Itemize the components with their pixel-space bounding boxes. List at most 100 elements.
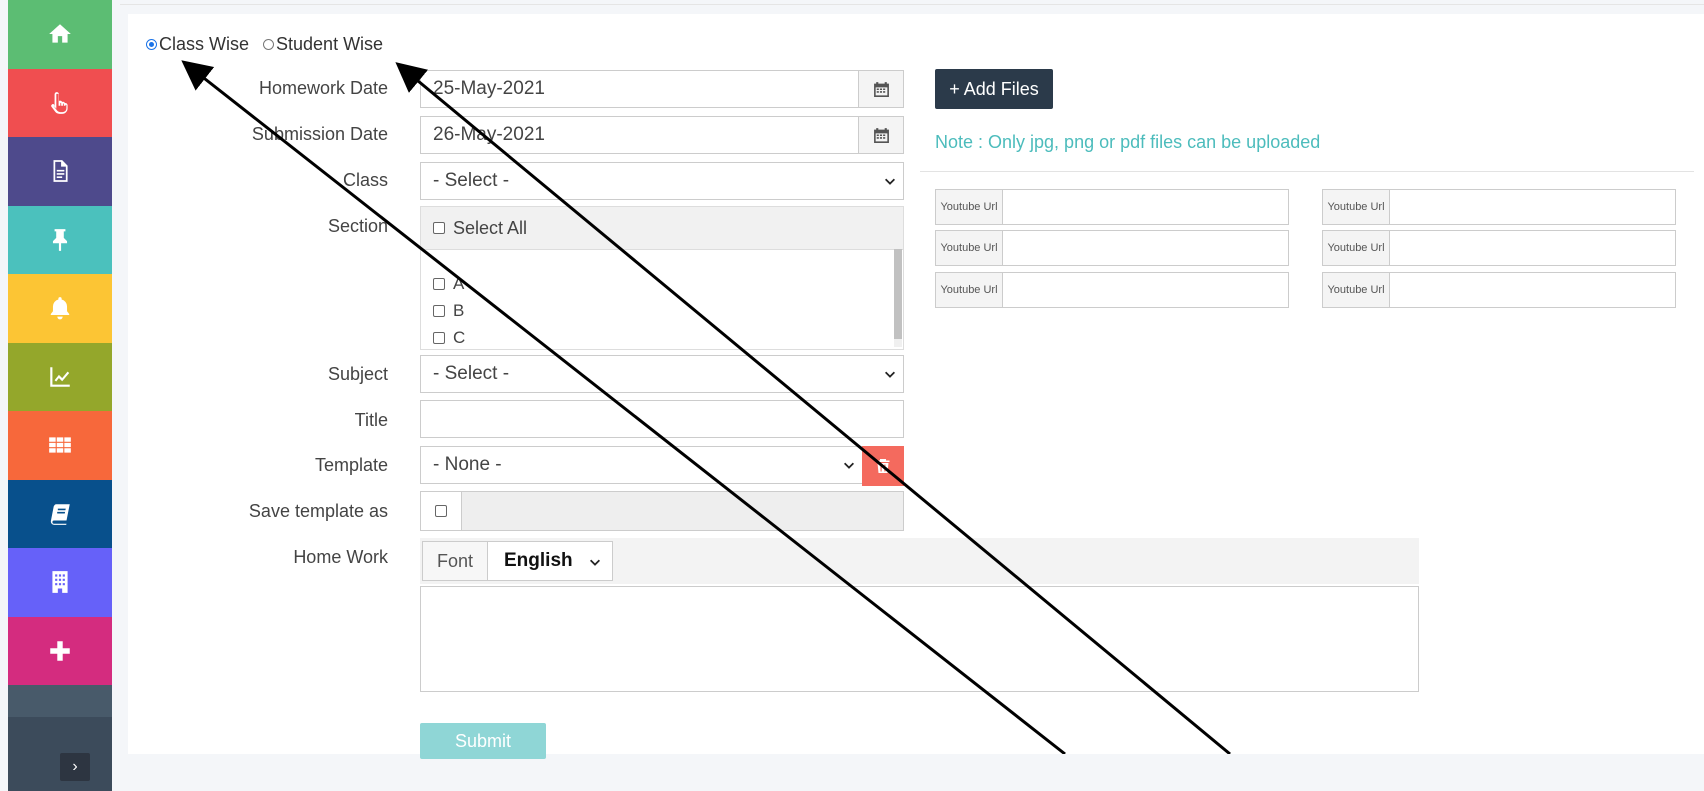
home-icon [49, 24, 71, 43]
homework-date-field[interactable]: 25-May-2021 [420, 70, 904, 108]
sidebar-item-library[interactable] [8, 479, 112, 548]
youtube-url-field-6[interactable]: Youtube Url [1322, 272, 1676, 308]
delete-template-button[interactable] [862, 446, 904, 486]
select-all-label: Select All [453, 217, 528, 238]
mode-radio-group: Class Wise Student Wise [146, 34, 397, 55]
sidebar-blank-item [8, 685, 112, 717]
subject-label: Subject [327, 364, 388, 384]
sidebar-footer: › [8, 717, 112, 791]
section-label: Section [327, 216, 388, 236]
chevron-down-icon [885, 178, 895, 185]
select-all-checkbox[interactable] [433, 222, 445, 234]
bell-icon [50, 297, 70, 320]
section-scrollbar[interactable] [894, 249, 902, 347]
title-input[interactable] [420, 400, 904, 438]
sidebar-collapse-button[interactable]: › [60, 753, 90, 781]
youtube-url-input[interactable] [1390, 190, 1675, 224]
chevron-down-icon [844, 462, 854, 469]
font-language-value: English [504, 550, 573, 571]
book-icon [50, 504, 70, 525]
radio-class-wise-circle[interactable] [146, 39, 157, 50]
font-language-select[interactable]: English [487, 541, 613, 581]
chevron-down-icon [590, 559, 600, 566]
section-a-label: A [453, 273, 465, 293]
pin-icon [52, 228, 68, 251]
radio-student-wise-circle[interactable] [263, 39, 275, 50]
save-template-name-input[interactable] [462, 492, 903, 530]
sidebar-item-reports[interactable] [8, 342, 112, 411]
section-scrollbar-thumb[interactable] [894, 249, 902, 339]
youtube-url-input[interactable] [1003, 231, 1288, 265]
homework-label: Home Work [293, 547, 388, 567]
template-select[interactable]: - None - [420, 446, 863, 484]
section-multiselect: Select All A B C [420, 206, 904, 350]
save-template-checkbox[interactable] [435, 505, 447, 517]
font-label: Font [422, 541, 488, 581]
section-select-all[interactable]: Select All [421, 207, 903, 250]
section-option-c[interactable]: C [433, 324, 903, 351]
chevron-right-icon: › [72, 758, 78, 775]
building-icon [52, 571, 68, 594]
trash-icon [876, 459, 890, 473]
sidebar: › [8, 0, 112, 791]
save-template-group [420, 491, 904, 531]
youtube-url-input[interactable] [1390, 231, 1675, 265]
sidebar-item-activity[interactable] [8, 68, 112, 137]
subject-select[interactable]: - Select - [420, 355, 904, 393]
chart-line-icon [50, 367, 70, 387]
section-option-b[interactable]: B [433, 297, 903, 324]
submission-date-calendar-button[interactable] [858, 117, 903, 153]
sidebar-item-add[interactable] [8, 616, 112, 685]
template-label: Template [314, 455, 388, 475]
top-divider [120, 4, 1704, 5]
radio-student-wise-label: Student Wise [276, 34, 384, 54]
youtube-url-field-2[interactable]: Youtube Url [1322, 189, 1676, 225]
youtube-url-label: Youtube Url [1323, 190, 1390, 224]
homework-editor[interactable] [420, 586, 1419, 692]
homework-date-value: 25-May-2021 [433, 78, 545, 99]
youtube-url-input[interactable] [1390, 273, 1675, 307]
class-select[interactable]: - Select - [420, 162, 904, 200]
calendar-icon [873, 127, 889, 143]
save-template-checkbox-wrap[interactable] [421, 492, 462, 530]
section-option-a[interactable]: A [433, 270, 903, 297]
section-a-checkbox[interactable] [433, 277, 445, 290]
sidebar-item-apps[interactable] [8, 411, 112, 480]
section-c-label: C [453, 327, 466, 347]
homework-date-calendar-button[interactable] [858, 71, 903, 107]
template-select-value: - None - [433, 454, 502, 475]
youtube-url-field-1[interactable]: Youtube Url [935, 189, 1289, 225]
chevron-down-icon [885, 371, 895, 378]
radio-class-wise[interactable]: Class Wise [146, 34, 249, 55]
sidebar-item-institution[interactable] [8, 548, 112, 617]
section-options-list: A B C [421, 250, 903, 351]
youtube-url-field-3[interactable]: Youtube Url [935, 230, 1289, 266]
sidebar-item-home[interactable] [8, 0, 112, 69]
plus-icon [50, 641, 70, 661]
class-label: Class [342, 170, 388, 190]
youtube-url-label: Youtube Url [936, 231, 1003, 265]
radio-student-wise[interactable]: Student Wise [263, 34, 383, 55]
subject-select-value: - Select - [433, 363, 510, 384]
sidebar-item-alerts[interactable] [8, 274, 112, 343]
files-divider [920, 171, 1694, 172]
sidebar-item-notices[interactable] [8, 205, 112, 274]
youtube-url-label: Youtube Url [936, 190, 1003, 224]
submission-date-field[interactable]: 26-May-2021 [420, 116, 904, 154]
youtube-url-field-5[interactable]: Youtube Url [935, 272, 1289, 308]
youtube-url-field-4[interactable]: Youtube Url [1322, 230, 1676, 266]
title-label: Title [354, 410, 388, 430]
calendar-icon [873, 81, 889, 97]
youtube-url-input[interactable] [1003, 273, 1288, 307]
hand-pointer-icon [51, 91, 68, 114]
submission-date-label: Submission Date [251, 124, 388, 144]
document-icon [53, 160, 68, 183]
submission-date-value: 26-May-2021 [433, 124, 545, 145]
sidebar-item-documents[interactable] [8, 137, 112, 206]
add-files-button[interactable]: + Add Files [935, 69, 1053, 109]
homework-date-label: Homework Date [258, 78, 388, 98]
youtube-url-input[interactable] [1003, 190, 1288, 224]
save-template-label: Save template as [248, 501, 388, 521]
section-b-checkbox[interactable] [433, 304, 445, 317]
section-c-checkbox[interactable] [433, 331, 445, 344]
